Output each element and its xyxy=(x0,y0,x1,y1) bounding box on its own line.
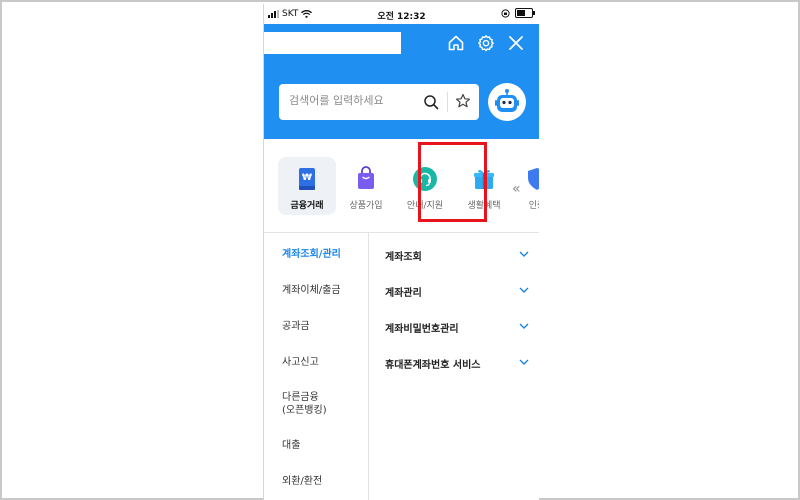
left-menu-item-foreign-exchange[interactable]: 외환/환전 xyxy=(282,475,362,488)
left-menu-item-utility-bills[interactable]: 공과금 xyxy=(282,320,362,333)
category-label: 금융거래 xyxy=(290,201,324,211)
category-banking[interactable]: ₩ 금융거래 xyxy=(278,157,336,215)
close-icon[interactable] xyxy=(507,34,525,52)
left-menu-item-account-inquiry[interactable]: 계좌조회/관리 xyxy=(282,248,362,261)
left-menu-item-loans[interactable]: 대출 xyxy=(282,439,362,452)
robot-icon xyxy=(495,89,519,112)
right-menu-item[interactable]: 계좌비밀번호관리 xyxy=(385,320,530,336)
right-menu-item[interactable]: 휴대폰계좌번호 서비스 xyxy=(385,356,530,372)
category-auth[interactable]: 인증 xyxy=(508,157,539,215)
chevron-down-icon xyxy=(519,287,529,293)
category-benefits[interactable]: 생활혜택 xyxy=(455,157,513,215)
category-label: 상품가입 xyxy=(349,201,383,211)
shield-icon xyxy=(524,166,539,192)
right-menu-item-label: 계좌관리 xyxy=(385,288,422,299)
battery-icon xyxy=(515,8,535,18)
status-right xyxy=(501,8,535,18)
category-label: 인증 xyxy=(528,201,539,211)
category-label: 생활혜택 xyxy=(467,201,501,211)
search-icon[interactable] xyxy=(423,94,439,110)
right-menu-item-label: 계좌조회 xyxy=(385,252,422,263)
chevron-down-icon xyxy=(519,359,529,365)
left-menu-item-transfer[interactable]: 계좌이체/출금 xyxy=(282,284,362,297)
gift-icon xyxy=(471,166,497,192)
header-icons xyxy=(447,34,525,52)
home-icon[interactable] xyxy=(447,34,465,52)
gear-icon[interactable] xyxy=(477,34,495,52)
chatbot-button[interactable] xyxy=(488,83,526,121)
chevron-down-icon xyxy=(519,323,529,329)
status-bar: SKT 오전 12:32 xyxy=(264,4,539,24)
right-menu-item[interactable]: 계좌관리 xyxy=(385,284,530,300)
chevron-down-icon xyxy=(519,251,529,257)
left-menu: 계좌조회/관리 계좌이체/출금 공과금 사고신고 다른금융 (오픈뱅킹) 대출 … xyxy=(264,233,369,500)
search-separator xyxy=(447,92,448,112)
app-header xyxy=(264,24,539,139)
orientation-lock-icon xyxy=(501,8,510,18)
headset-icon xyxy=(412,166,438,192)
left-menu-item-incident-report[interactable]: 사고신고 xyxy=(282,356,362,369)
category-products[interactable]: 상품가입 xyxy=(337,157,395,215)
status-time: 오전 12:32 xyxy=(377,12,426,22)
left-menu-item-open-banking[interactable]: 다른금융 (오픈뱅킹) xyxy=(282,391,362,417)
category-support[interactable]: 안내/지원 xyxy=(396,157,454,215)
search-input[interactable] xyxy=(289,94,419,107)
banking-doc-icon: ₩ xyxy=(294,166,320,192)
svg-text:₩: ₩ xyxy=(302,173,312,183)
phone-screen: SKT 오전 12:32 검색어를 입력하세요 ₩ 금융거래 상품가입 안내/지… xyxy=(263,4,539,500)
right-menu-item[interactable]: 계좌조회 xyxy=(385,248,530,264)
shopping-bag-icon xyxy=(353,166,379,192)
search-bar xyxy=(279,84,479,120)
right-menu: 계좌조회 계좌관리 계좌비밀번호관리 휴대폰계좌번호 서비스 xyxy=(369,233,539,500)
header-title-box xyxy=(264,32,401,54)
category-label: 안내/지원 xyxy=(406,201,444,211)
star-icon[interactable] xyxy=(455,93,471,109)
right-menu-item-label: 계좌비밀번호관리 xyxy=(385,324,459,335)
right-menu-item-label: 휴대폰계좌번호 서비스 xyxy=(385,360,481,371)
category-row: ₩ 금융거래 상품가입 안내/지원 생활혜택 « 인 xyxy=(264,139,539,231)
